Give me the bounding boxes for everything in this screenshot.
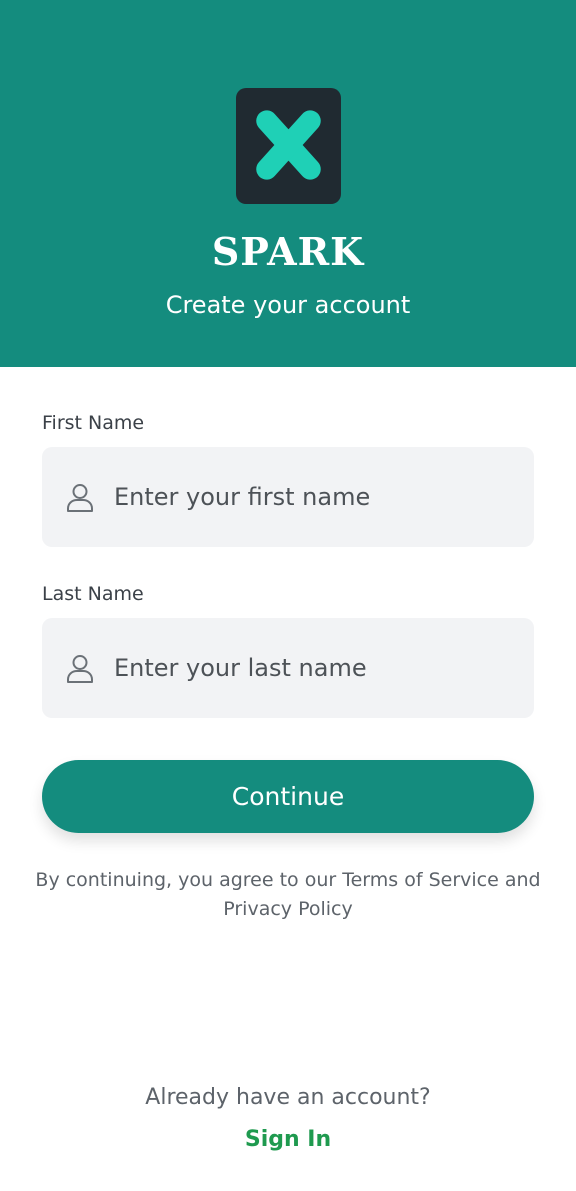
continue-button[interactable]: Continue: [42, 760, 534, 833]
sign-in-link[interactable]: Sign In: [0, 1125, 576, 1155]
app-logo: [236, 88, 341, 204]
first-name-input[interactable]: [114, 447, 474, 547]
header-banner: SPARK Create your account: [0, 0, 576, 367]
already-have-account-text: Already have an account?: [145, 1085, 431, 1110]
last-name-field[interactable]: [42, 618, 534, 718]
terms-notice: By continuing, you agree to our Terms of…: [35, 869, 541, 920]
first-name-label: First Name: [42, 412, 145, 434]
last-name-input[interactable]: [114, 618, 474, 718]
person-icon: [67, 655, 93, 683]
page-subtitle: Create your account: [165, 291, 411, 319]
brand-name: SPARK: [211, 229, 365, 274]
person-icon: [67, 484, 93, 512]
first-name-field[interactable]: [42, 447, 534, 547]
last-name-label: Last Name: [42, 583, 144, 605]
x-logo-icon: [256, 110, 321, 180]
